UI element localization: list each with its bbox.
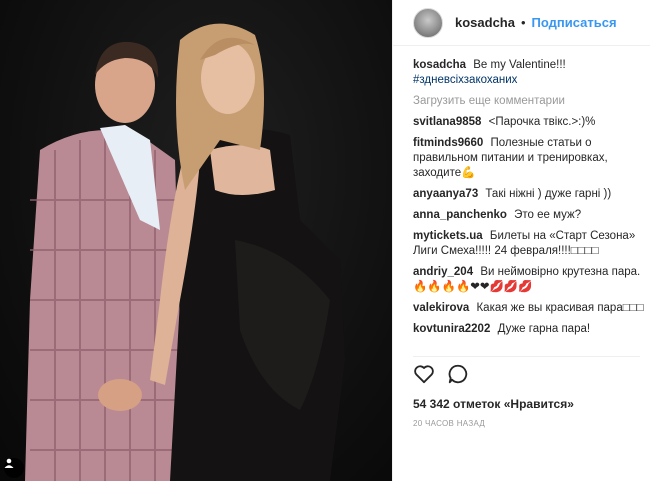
comment-item: anyaanya73 Такі ніжні ) дуже гарні )) [413, 187, 644, 202]
comments-list[interactable]: kosadcha Be my Valentine!!! #здневсіхзак… [413, 58, 644, 353]
load-more-comments[interactable]: Загрузить еще комментарии [413, 94, 644, 109]
post-timestamp: 20 ЧАСОВ НАЗАД [413, 419, 486, 428]
post-photo[interactable] [0, 0, 392, 481]
comment-username[interactable]: andriy_204 [413, 266, 473, 278]
comment-username[interactable]: mytickets.ua [413, 230, 483, 242]
post-actions: 54 342 отметок «Нравится» 20 ЧАСОВ НАЗАД [413, 356, 640, 428]
photo-illustration [25, 23, 345, 481]
comment-username[interactable]: valekirova [413, 302, 469, 314]
caption: kosadcha Be my Valentine!!! #здневсіхзак… [413, 58, 644, 88]
post-sidebar: kosadcha • Подписаться kosadcha Be my Va… [392, 0, 650, 481]
comment-text: Это ее муж? [514, 209, 582, 221]
comment-item: mytickets.ua Билеты на «Старт Сезона» Ли… [413, 229, 644, 259]
likes-count[interactable]: 54 342 отметок «Нравится» [413, 397, 640, 411]
author-username[interactable]: kosadcha [455, 15, 515, 30]
comment-text: <Парочка твікс.>:)% [488, 116, 596, 128]
comment-username[interactable]: anna_panchenko [413, 209, 507, 221]
action-icons [413, 363, 640, 389]
follow-button[interactable]: Подписаться [532, 15, 617, 30]
comment-text: Какая же вы красивая пара□□□ [476, 302, 644, 314]
comment-item: andriy_204 Ви неймовірно крутезна пара. … [413, 265, 644, 295]
avatar[interactable] [413, 7, 443, 38]
tagged-people-icon[interactable] [4, 458, 24, 478]
heart-icon[interactable] [413, 364, 435, 389]
comment-username[interactable]: anyaanya73 [413, 188, 478, 200]
hashtag-link[interactable]: #здневсіхзакоханих [413, 74, 517, 86]
comment-item: anna_panchenko Это ее муж? [413, 208, 644, 223]
post-header: kosadcha • Подписаться [393, 0, 650, 46]
header-separator: • [520, 15, 526, 30]
comment-item: svitlana9858 <Парочка твікс.>:)% [413, 115, 644, 130]
comment-icon[interactable] [447, 363, 469, 390]
comment-username[interactable]: kovtunira2202 [413, 323, 490, 335]
caption-text: Be my Valentine!!! [473, 59, 566, 71]
comment-text: Такі ніжні ) дуже гарні )) [485, 188, 612, 200]
comment-item: valekirova Какая же вы красивая пара□□□ [413, 301, 644, 316]
caption-author[interactable]: kosadcha [413, 59, 466, 71]
comment-item: fitminds9660 Полезные статьи о правильно… [413, 136, 644, 181]
comment-item: kovtunira2202 Дуже гарна пара! [413, 322, 644, 337]
comment-username[interactable]: fitminds9660 [413, 137, 483, 149]
comment-text: Дуже гарна пара! [497, 323, 591, 335]
comment-username[interactable]: svitlana9858 [413, 116, 481, 128]
